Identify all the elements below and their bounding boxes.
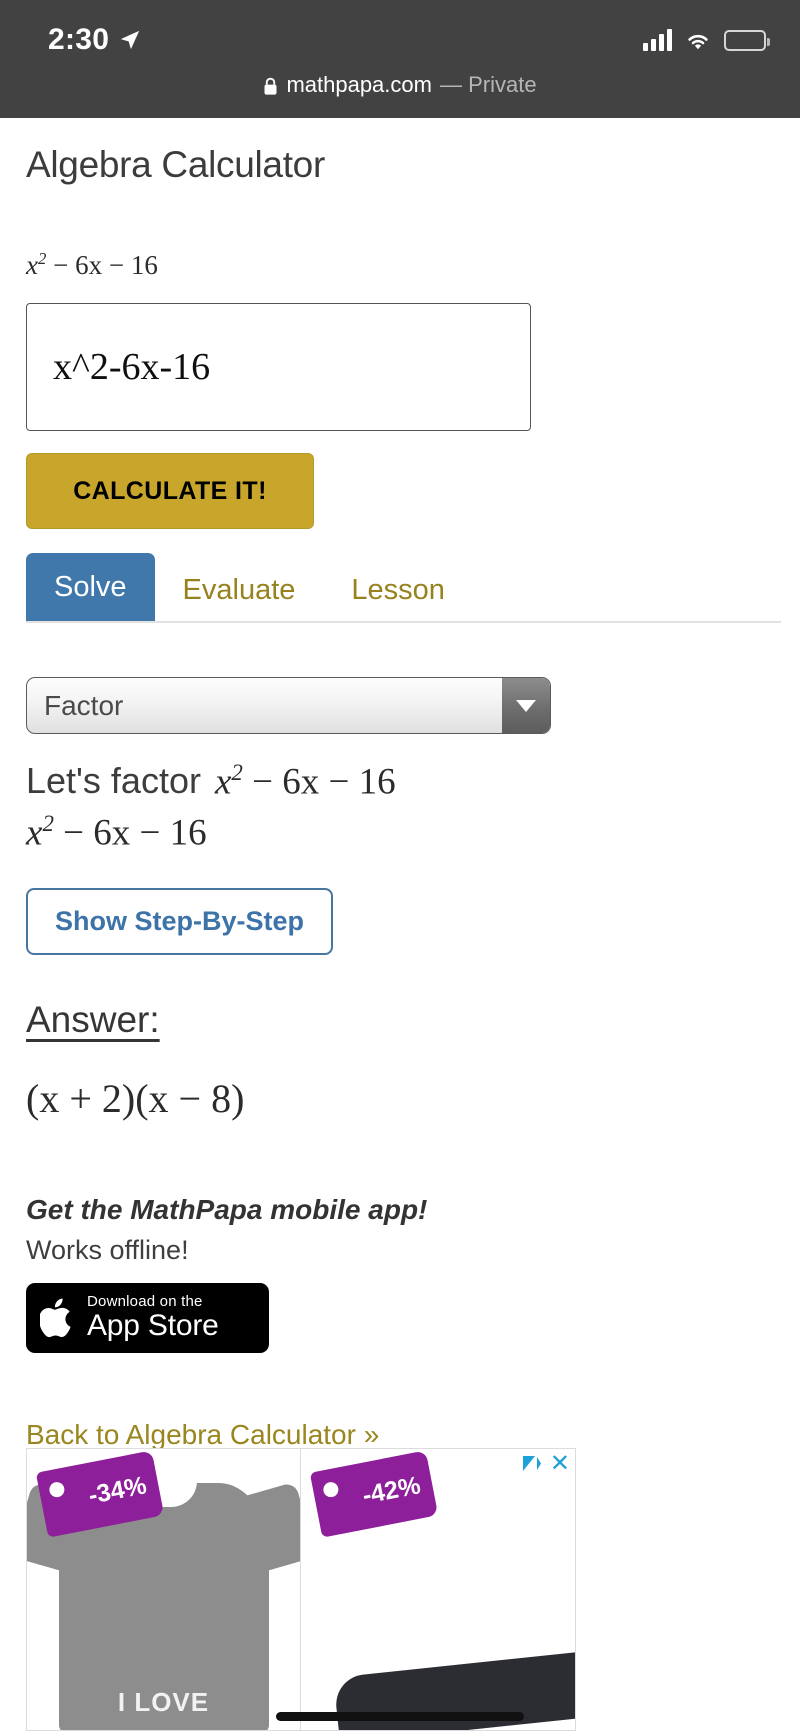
result-tabs: Solve Evaluate Lesson [26,551,781,623]
status-bar-right [643,29,770,51]
status-clock: 2:30 [48,23,110,56]
ad-item-1-caption: I LOVE [117,1687,210,1717]
problem-expression-rest: − 6x − 16 [53,812,207,854]
app-promo-subtitle: Works offline! [26,1234,189,1265]
discount-tag-2: -42% [309,1450,439,1538]
adchoices-icon[interactable] [522,1455,542,1474]
close-icon[interactable]: ✕ [550,1452,570,1476]
ad-item-1-discount: -34% [86,1470,149,1510]
back-to-calculator-link[interactable]: Back to Algebra Calculator » [26,1419,379,1451]
browser-chrome: 2:30 mathpapa.com — Private [0,0,800,118]
expression-echo: x2 − 6x − 16 [26,249,800,281]
expression-echo-rest: − 6x − 16 [46,250,158,280]
tab-solve[interactable]: Solve [26,553,155,621]
problem-expression-base: x [26,812,43,854]
page-title: Algebra Calculator [26,144,325,185]
status-bar-left: 2:30 [48,23,141,57]
operation-select-value: Factor [44,689,124,721]
ad-items: I LOVE -34% -42% [27,1449,575,1730]
appstore-badge[interactable]: Download on the App Store [26,1282,269,1353]
app-promo: Get the MathPapa mobile app! Works offli… [26,1194,800,1353]
url-bar[interactable]: mathpapa.com — Private [0,66,800,118]
wifi-icon [688,34,708,50]
problem-expression: x2 − 6x − 16 [26,811,800,854]
show-step-by-step-button[interactable]: Show Step-By-Step [26,887,334,955]
expression-echo-base: x [26,250,38,280]
page-content: Algebra Calculator x2 − 6x − 16 CALCULAT… [0,144,800,1451]
operation-select[interactable]: Factor [26,677,551,734]
tab-evaluate[interactable]: Evaluate [155,559,324,621]
ad-controls: ✕ [522,1452,570,1476]
tab-lesson[interactable]: Lesson [323,559,473,621]
appstore-badge-text: Download on the App Store [87,1294,219,1341]
chevron-down-icon[interactable] [502,678,550,733]
home-indicator [276,1712,524,1721]
location-arrow-icon [121,30,140,50]
appstore-badge-big: App Store [87,1308,219,1342]
url-private-label: — Private [439,72,537,97]
calculate-button[interactable]: CALCULATE IT! [26,453,314,529]
lets-factor-rest: − 6x − 16 [242,761,396,803]
equation-input[interactable] [26,303,531,431]
apple-logo-icon [40,1298,71,1337]
lets-factor-line: Let's factor x2 − 6x − 16 [26,760,800,803]
problem-expression-exponent: 2 [42,811,54,837]
lock-icon [264,77,277,95]
answer-expression: (x + 2)(x − 8) [26,1075,245,1121]
ad-item-1[interactable]: I LOVE -34% [27,1449,301,1730]
lets-factor-exponent: 2 [231,760,243,785]
app-promo-title: Get the MathPapa mobile app! [26,1193,428,1225]
ad-item-2-discount: -42% [360,1470,423,1510]
url-host: mathpapa.com [286,72,432,97]
appstore-badge-small: Download on the [87,1293,203,1311]
lets-factor-base: x [214,761,232,803]
battery-low-power-icon [724,29,770,51]
cellular-signal-icon [643,29,672,51]
answer-heading: Answer: [26,998,160,1040]
lets-factor-label: Let's factor [26,760,201,802]
ad-item-2[interactable]: -42% [301,1449,575,1730]
ad-banner[interactable]: ✕ I LOVE -34% -42% [26,1448,576,1731]
ios-status-bar: 2:30 [0,0,800,66]
lets-factor-expression: x2 − 6x − 16 [215,760,396,803]
